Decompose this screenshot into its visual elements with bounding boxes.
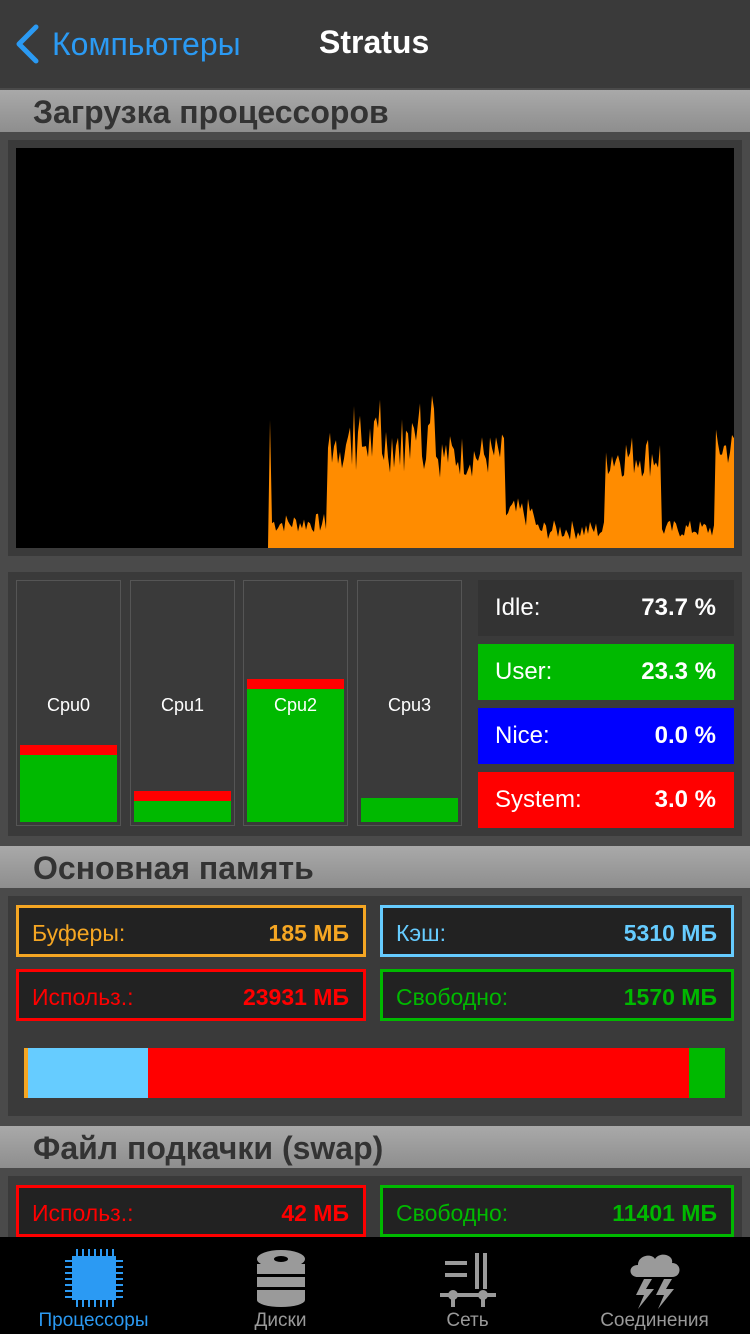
connections-icon: [630, 1254, 679, 1309]
cpu-column-3: Cpu3: [357, 580, 462, 826]
memory-buffers: Буферы: 185 МБ: [16, 905, 366, 957]
memory-used: Использ.: 23931 МБ: [16, 969, 366, 1021]
cpu-system-cap: [247, 679, 344, 689]
memory-usage-bar: [24, 1048, 725, 1098]
cpu-label: Cpu0: [46, 695, 91, 715]
stat-label: Nice:: [495, 722, 550, 749]
mem-value: 5310 МБ: [623, 920, 717, 946]
tab-label: Соединения: [600, 1310, 709, 1331]
cpu-label: Cpu3: [387, 695, 432, 715]
nav-bar: Компьютеры Stratus: [0, 0, 750, 88]
stat-value: 3.0 %: [654, 786, 716, 813]
cpu-system-cap: [20, 745, 117, 755]
disk-icon: [256, 1250, 305, 1307]
section-header-memory: Основная память: [0, 846, 750, 888]
mem-value: 23931 МБ: [242, 984, 349, 1010]
tab-label: Процессоры: [38, 1310, 149, 1331]
stat-system: System: 3.0 %: [478, 772, 734, 828]
tab-label: Диски: [254, 1310, 307, 1331]
cpu-system-cap: [134, 791, 231, 801]
section-title-memory: Основная память: [33, 850, 314, 886]
memory-cache: Кэш: 5310 МБ: [380, 905, 734, 957]
section-header-swap: Файл подкачки (swap): [0, 1126, 750, 1168]
memory-bar-free: [689, 1048, 725, 1098]
memory-free: Свободно: 1570 МБ: [380, 969, 734, 1021]
tab-connections[interactable]: Соединения: [561, 1237, 748, 1334]
page-title: Stratus: [319, 24, 430, 60]
network-icon: [439, 1253, 496, 1307]
section-title-swap: Файл подкачки (swap): [33, 1130, 384, 1166]
back-button[interactable]: Компьютеры: [14, 22, 241, 66]
swap-used: Использ.: 42 МБ: [16, 1185, 366, 1237]
cpu-label: Cpu2: [273, 695, 318, 715]
tab-network[interactable]: Сеть: [374, 1237, 561, 1334]
stat-label: User:: [495, 658, 553, 685]
memory-bar-used: [148, 1048, 690, 1098]
mem-value: 11401 МБ: [612, 1200, 717, 1226]
mem-value: 42 МБ: [281, 1200, 349, 1226]
mem-label: Свободно:: [396, 1200, 509, 1226]
stat-value: 23.3 %: [641, 658, 716, 685]
section-title-cpu: Загрузка процессоров: [33, 94, 389, 130]
swap-free: Свободно: 11401 МБ: [380, 1185, 734, 1237]
mem-label: Использ.:: [32, 984, 134, 1010]
cpu-column-2: Cpu2: [243, 580, 348, 826]
stat-user: User: 23.3 %: [478, 644, 734, 700]
cpu-column-1: Cpu1: [130, 580, 235, 826]
chevron-left-icon: [16, 24, 39, 64]
stat-idle: Idle: 73.7 %: [478, 580, 734, 636]
tab-bar: Процессоры Диски Сеть Соединения: [0, 1237, 750, 1334]
mem-value: 185 МБ: [268, 920, 349, 946]
mem-label: Свободно:: [396, 984, 509, 1010]
tab-processors[interactable]: Процессоры: [0, 1237, 187, 1334]
cpu-load-area: [16, 395, 734, 548]
cpu-label: Cpu1: [160, 695, 205, 715]
tab-disks[interactable]: Диски: [187, 1237, 374, 1334]
stat-label: Idle:: [495, 594, 541, 621]
tab-label: Сеть: [446, 1310, 489, 1331]
stat-value: 73.7 %: [641, 594, 716, 621]
mem-label: Использ.:: [32, 1200, 134, 1226]
cpu-column-0: Cpu0: [16, 580, 121, 826]
back-label: Компьютеры: [52, 25, 241, 62]
mem-label: Кэш:: [396, 920, 446, 946]
mem-value: 1570 МБ: [623, 984, 717, 1010]
cpu-icon: [64, 1249, 123, 1307]
memory-bar-cache: [28, 1048, 149, 1098]
section-header-cpu: Загрузка процессоров: [0, 90, 750, 132]
mem-label: Буферы:: [32, 920, 126, 946]
cpu-load-graph: [16, 148, 734, 548]
cpu-usage-fill: [134, 801, 231, 822]
cpu-usage-fill: [20, 755, 117, 822]
stat-label: System:: [495, 786, 582, 813]
stat-nice: Nice: 0.0 %: [478, 708, 734, 764]
stat-value: 0.0 %: [654, 722, 716, 749]
cpu-usage-fill: [361, 798, 458, 822]
